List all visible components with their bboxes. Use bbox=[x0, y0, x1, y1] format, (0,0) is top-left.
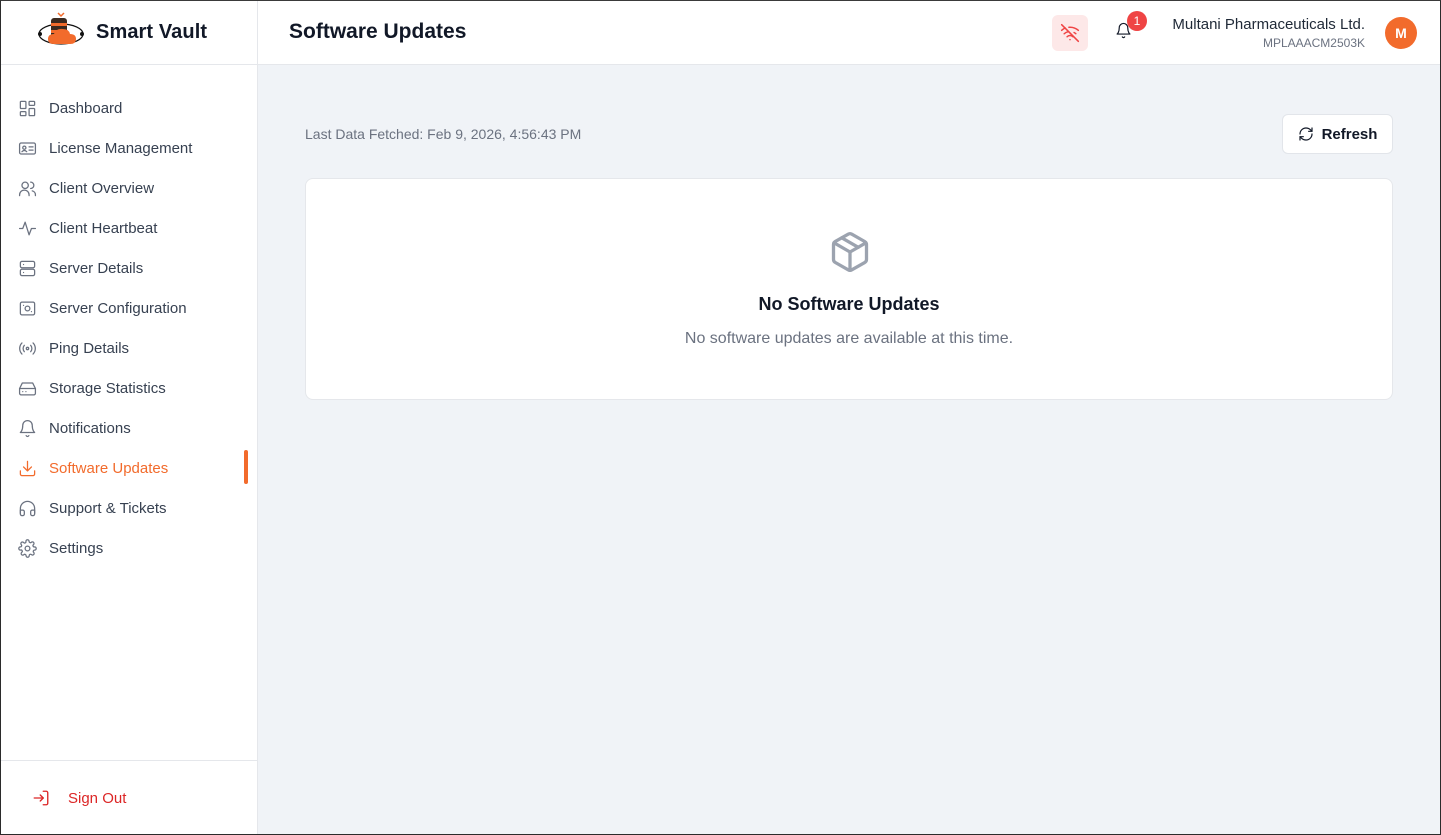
last-fetched-text: Last Data Fetched: Feb 9, 2026, 4:56:43 … bbox=[305, 126, 582, 142]
company-name: Multani Pharmaceuticals Ltd. bbox=[1172, 16, 1365, 33]
empty-state-title: No Software Updates bbox=[758, 294, 940, 314]
sidebar-item-notifications[interactable]: Notifications bbox=[0, 408, 257, 448]
sidebar-item-label: Server Configuration bbox=[49, 299, 187, 317]
sidebar-item-label: Client Overview bbox=[49, 179, 155, 197]
dashboard-grid-icon bbox=[17, 98, 37, 118]
sidebar-item-dashboard[interactable]: Dashboard bbox=[0, 88, 257, 128]
sidebar-footer: Sign Out bbox=[0, 760, 257, 835]
empty-state-card: No Software Updates No software updates … bbox=[305, 178, 1393, 400]
sidebar-item-label: Ping Details bbox=[49, 339, 130, 357]
download-icon bbox=[17, 458, 37, 478]
sidebar-item-client-heartbeat[interactable]: Client Heartbeat bbox=[0, 208, 257, 248]
top-header: Software Updates 1 Multani Pharmaceutica… bbox=[258, 0, 1441, 65]
connection-status-button[interactable] bbox=[1052, 15, 1088, 51]
account-info[interactable]: Multani Pharmaceuticals Ltd. MPLAAACM250… bbox=[1172, 16, 1365, 50]
sidebar-item-server-configuration[interactable]: Server Configuration bbox=[0, 288, 257, 328]
headphones-icon bbox=[17, 498, 37, 518]
page-title: Software Updates bbox=[289, 20, 467, 43]
users-icon bbox=[17, 178, 37, 198]
log-out-icon bbox=[33, 790, 49, 806]
sidebar-item-support-tickets[interactable]: Support & Tickets bbox=[0, 488, 257, 528]
package-icon bbox=[828, 230, 872, 274]
sidebar-item-label: Server Details bbox=[49, 259, 144, 277]
brand-name: Smart Vault bbox=[96, 20, 208, 43]
refresh-label: Refresh bbox=[1321, 125, 1378, 143]
sidebar-item-server-details[interactable]: Server Details bbox=[0, 248, 257, 288]
id-card-icon bbox=[17, 138, 37, 158]
sidebar-item-label: Client Heartbeat bbox=[49, 219, 158, 237]
gear-icon bbox=[17, 538, 37, 558]
sidebar-item-license-management[interactable]: License Management bbox=[0, 128, 257, 168]
brand[interactable]: Smart Vault bbox=[0, 0, 257, 65]
sidebar-item-client-overview[interactable]: Client Overview bbox=[0, 168, 257, 208]
empty-state-subtitle: No software updates are available at thi… bbox=[684, 330, 1014, 347]
sidebar-item-label: Software Updates bbox=[49, 459, 169, 477]
wifi-off-icon bbox=[1060, 23, 1080, 43]
refresh-button[interactable]: Refresh bbox=[1282, 114, 1393, 154]
sidebar-item-label: Storage Statistics bbox=[49, 379, 166, 397]
server-config-icon bbox=[17, 298, 37, 318]
sidebar-item-label: Support & Tickets bbox=[49, 499, 167, 517]
bell-icon bbox=[17, 418, 37, 438]
vault-cloud-logo bbox=[38, 12, 84, 45]
company-id: MPLAAACM2503K bbox=[1262, 36, 1365, 50]
sidebar-nav: Dashboard License Management Client Over… bbox=[0, 65, 257, 568]
broadcast-icon bbox=[17, 338, 37, 358]
hard-drive-icon bbox=[17, 378, 37, 398]
sidebar-item-label: Dashboard bbox=[49, 99, 123, 117]
sidebar-item-label: Notifications bbox=[49, 419, 131, 437]
sidebar-item-settings[interactable]: Settings bbox=[0, 528, 257, 568]
sidebar-item-label: Settings bbox=[49, 539, 104, 557]
sign-out-button[interactable]: Sign Out bbox=[32, 789, 126, 807]
notification-count-badge: 1 bbox=[1127, 11, 1147, 31]
refresh-icon bbox=[1298, 127, 1313, 141]
sign-out-label: Sign Out bbox=[68, 789, 127, 807]
avatar[interactable]: M bbox=[1385, 17, 1417, 49]
sidebar: Smart Vault Dashboard License Management… bbox=[0, 0, 258, 835]
sidebar-item-label: License Management bbox=[49, 139, 193, 157]
sidebar-item-ping-details[interactable]: Ping Details bbox=[0, 328, 257, 368]
sidebar-item-software-updates[interactable]: Software Updates bbox=[0, 448, 257, 488]
sidebar-item-storage-statistics[interactable]: Storage Statistics bbox=[0, 368, 257, 408]
server-icon bbox=[17, 258, 37, 278]
pulse-icon bbox=[17, 218, 37, 238]
